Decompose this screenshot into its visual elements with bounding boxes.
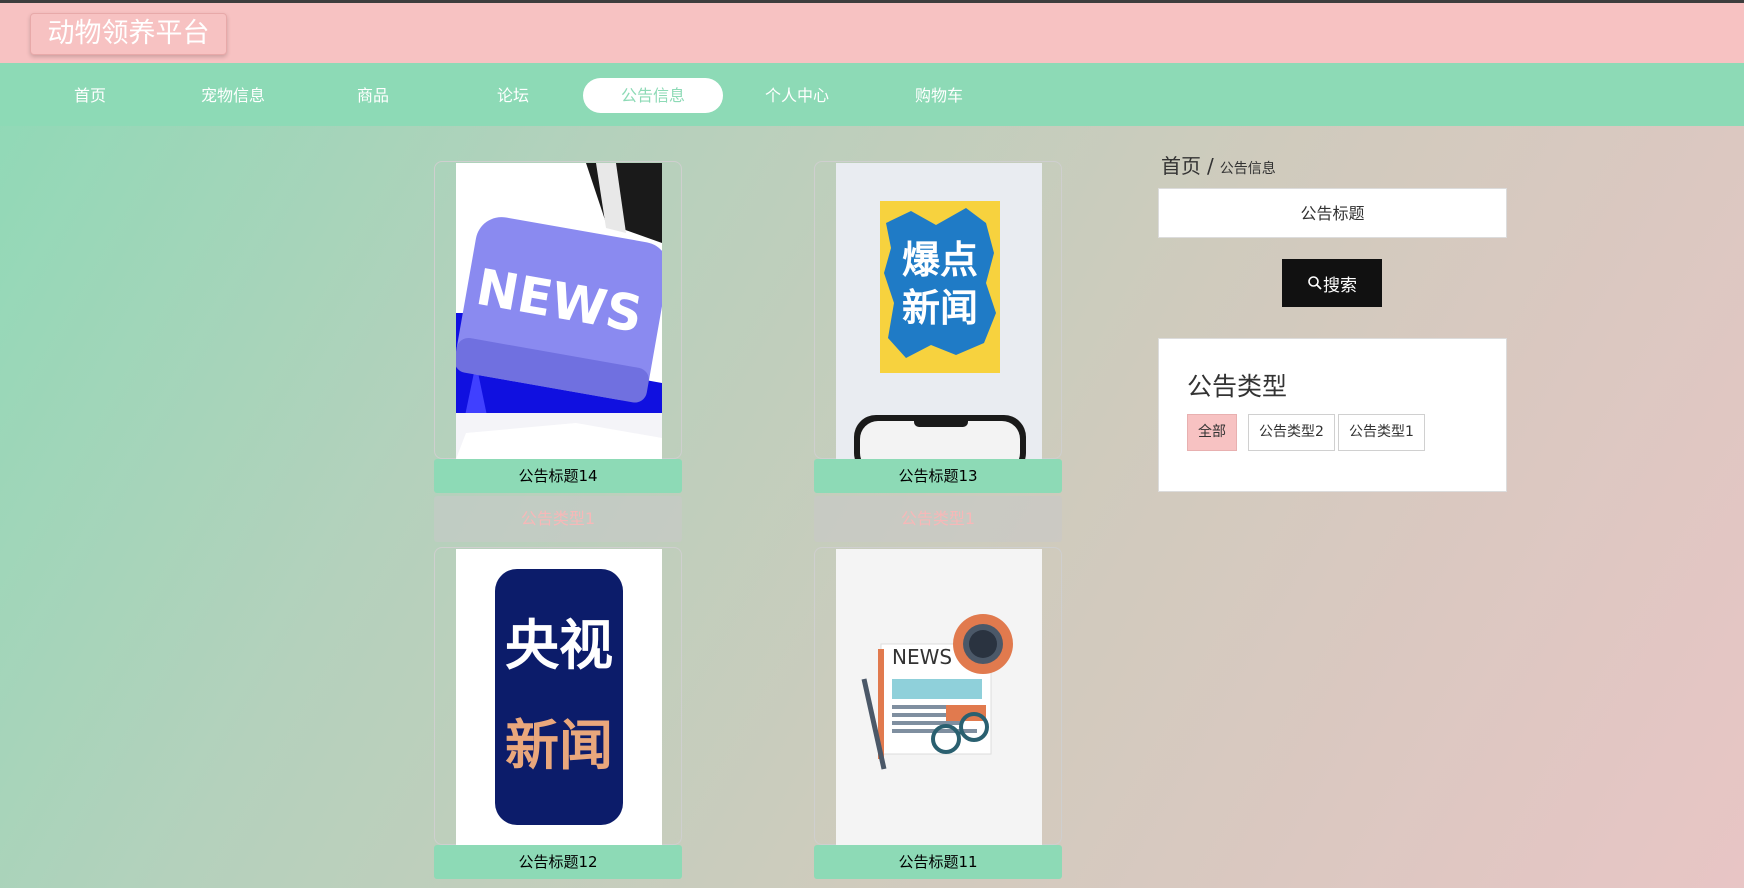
type-filter-panel: 公告类型 全部 公告类型2 公告类型1: [1158, 338, 1507, 492]
card-image-frame: 爆点 新闻: [814, 161, 1062, 459]
illustration-news-text: NEWS: [892, 645, 952, 669]
search-icon: [1308, 276, 1322, 290]
nav-item-announcements[interactable]: 公告信息: [583, 78, 723, 113]
poster-text-1: 爆点: [902, 238, 978, 282]
breadcrumb-separator: /: [1207, 154, 1214, 178]
card-title[interactable]: 公告标题13: [814, 459, 1062, 493]
nav-item-forum[interactable]: 论坛: [443, 78, 583, 113]
card-image-frame: NEWS: [434, 161, 682, 459]
header-bar: 动物领养平台: [0, 3, 1744, 63]
search-input[interactable]: [1158, 188, 1507, 238]
logo-text-2: 新闻: [505, 714, 613, 777]
card-title[interactable]: 公告标题12: [434, 845, 682, 879]
card-title[interactable]: 公告标题14: [434, 459, 682, 493]
nav-item-cart[interactable]: 购物车: [869, 78, 1009, 113]
nav-item-pet-info[interactable]: 宠物信息: [163, 78, 303, 113]
type-chip-type2[interactable]: 公告类型2: [1248, 414, 1335, 451]
card-image-frame: 央视 新闻: [434, 547, 682, 845]
poster-text-2: 新闻: [902, 286, 978, 330]
breadcrumb: 首页 / 公告信息: [1161, 150, 1276, 179]
nav-item-personal-center[interactable]: 个人中心: [727, 78, 867, 113]
search-button[interactable]: 搜索: [1282, 259, 1382, 307]
card-type: 公告类型1: [434, 496, 682, 542]
breadcrumb-home[interactable]: 首页: [1161, 154, 1201, 178]
logo-text-1: 央视: [505, 614, 613, 677]
main-nav: 首页 宠物信息 商品 论坛 公告信息 个人中心 购物车: [0, 63, 1744, 126]
type-filter-heading: 公告类型: [1187, 372, 1288, 401]
site-logo[interactable]: 动物领养平台: [30, 13, 227, 55]
newspaper-illustration-image[interactable]: NEWS: [836, 549, 1042, 845]
card-title[interactable]: 公告标题11: [814, 845, 1062, 879]
breaking-news-image[interactable]: 爆点 新闻: [836, 163, 1042, 459]
news-keyboard-image[interactable]: NEWS: [456, 163, 662, 459]
card-type: 公告类型1: [814, 496, 1062, 542]
nav-item-goods[interactable]: 商品: [303, 78, 443, 113]
search-button-label: 搜索: [1323, 275, 1357, 295]
card-image-frame: NEWS: [814, 547, 1062, 845]
cctv-news-image[interactable]: 央视 新闻: [456, 549, 662, 845]
nav-item-home[interactable]: 首页: [20, 78, 160, 113]
type-chip-all[interactable]: 全部: [1187, 414, 1237, 451]
breadcrumb-current: 公告信息: [1219, 161, 1276, 177]
type-chip-type1[interactable]: 公告类型1: [1338, 414, 1425, 451]
